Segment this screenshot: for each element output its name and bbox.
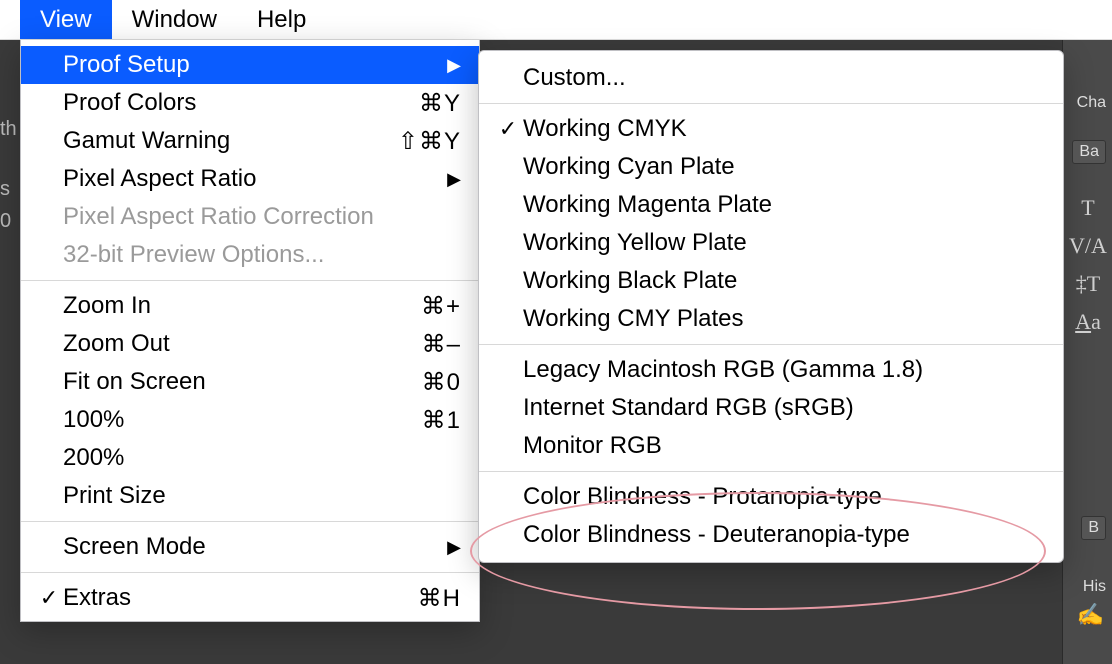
menu-item-working-cmyk[interactable]: ✓ Working CMYK <box>479 110 1063 148</box>
menu-item-pixel-aspect-ratio[interactable]: Pixel Aspect Ratio ▶ <box>21 160 479 198</box>
menu-item-32bit-preview: 32-bit Preview Options... <box>21 236 479 274</box>
menu-separator <box>479 103 1063 104</box>
menu-item-proof-setup[interactable]: Proof Setup ▶ <box>21 46 479 84</box>
menu-separator <box>21 280 479 281</box>
menu-item-working-cmy[interactable]: Working CMY Plates <box>479 300 1063 338</box>
menu-item-zoom-in[interactable]: Zoom In ⌘+ <box>21 287 479 325</box>
menu-separator <box>479 471 1063 472</box>
menubar: View Window Help <box>0 0 1112 40</box>
menu-item-working-magenta[interactable]: Working Magenta Plate <box>479 186 1063 224</box>
view-menu: Proof Setup ▶ Proof Colors ⌘Y Gamut Warn… <box>20 40 480 622</box>
menubar-view[interactable]: View <box>20 0 112 39</box>
type-size-icon: T <box>1081 195 1094 221</box>
menu-item-200pct[interactable]: 200% <box>21 439 479 477</box>
right-panel-edge <box>1062 40 1112 664</box>
menubar-window[interactable]: Window <box>112 0 237 39</box>
panel-character-label: Cha <box>1073 88 1110 118</box>
menu-item-gamut-warning[interactable]: Gamut Warning ⇧⌘Y <box>21 122 479 160</box>
menu-item-zoom-out[interactable]: Zoom Out ⌘– <box>21 325 479 363</box>
menu-item-fit-on-screen[interactable]: Fit on Screen ⌘0 <box>21 363 479 401</box>
menu-item-protanopia[interactable]: Color Blindness - Protanopia-type <box>479 478 1063 516</box>
kerning-icon: V/A <box>1069 233 1107 259</box>
panel-history-label: His <box>1079 572 1110 602</box>
menu-item-custom[interactable]: Custom... <box>479 59 1063 97</box>
menu-item-print-size[interactable]: Print Size <box>21 477 479 515</box>
submenu-arrow-icon: ▶ <box>437 169 461 190</box>
menu-item-internet-srgb[interactable]: Internet Standard RGB (sRGB) <box>479 389 1063 427</box>
menu-item-screen-mode[interactable]: Screen Mode ▶ <box>21 528 479 566</box>
submenu-arrow-icon: ▶ <box>437 537 461 558</box>
menu-item-extras[interactable]: ✓ Extras ⌘H <box>21 579 479 617</box>
panel-button-b[interactable]: B <box>1081 516 1106 540</box>
check-icon: ✓ <box>493 116 523 142</box>
menu-item-working-cyan[interactable]: Working Cyan Plate <box>479 148 1063 186</box>
menu-separator <box>21 572 479 573</box>
panel-button-ba[interactable]: Ba <box>1072 140 1106 164</box>
menu-separator <box>479 344 1063 345</box>
history-brush-icon: ✍ <box>1077 602 1104 628</box>
check-icon: ✓ <box>35 585 63 611</box>
menu-item-working-yellow[interactable]: Working Yellow Plate <box>479 224 1063 262</box>
baseline-icon: Aa <box>1075 309 1101 335</box>
menu-item-pixel-aspect-correction: Pixel Aspect Ratio Correction <box>21 198 479 236</box>
menu-item-deuteranopia[interactable]: Color Blindness - Deuteranopia-type <box>479 516 1063 554</box>
submenu-arrow-icon: ▶ <box>437 55 461 76</box>
menubar-help[interactable]: Help <box>237 0 326 39</box>
leading-icon: ‡T <box>1076 271 1100 297</box>
menu-item-100pct[interactable]: 100% ⌘1 <box>21 401 479 439</box>
menu-item-legacy-mac-rgb[interactable]: Legacy Macintosh RGB (Gamma 1.8) <box>479 351 1063 389</box>
proof-setup-label: Proof Setup <box>63 51 437 79</box>
menu-item-working-black[interactable]: Working Black Plate <box>479 262 1063 300</box>
menu-item-proof-colors[interactable]: Proof Colors ⌘Y <box>21 84 479 122</box>
menu-item-monitor-rgb[interactable]: Monitor RGB <box>479 427 1063 465</box>
proof-setup-submenu: Custom... ✓ Working CMYK Working Cyan Pl… <box>478 50 1064 563</box>
menu-separator <box>21 521 479 522</box>
